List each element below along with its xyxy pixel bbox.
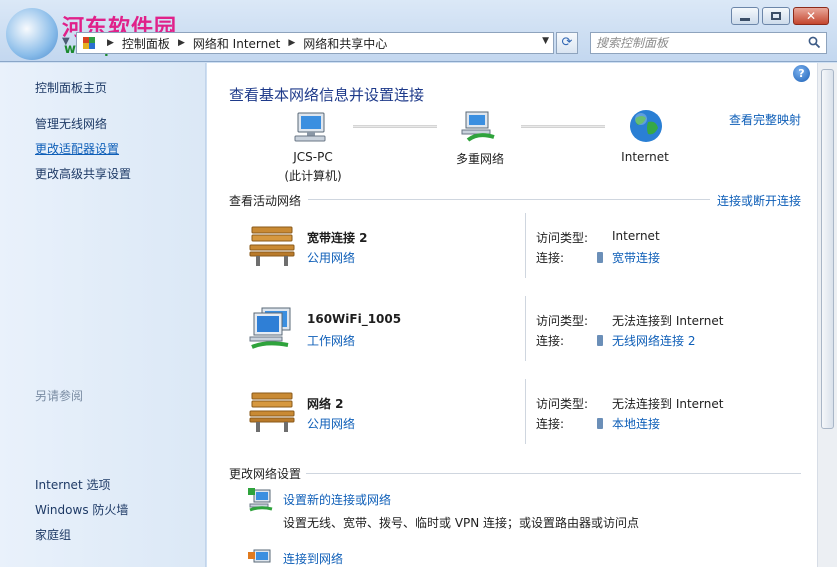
sidebar-item-firewall[interactable]: Windows 防火墙 [35, 501, 128, 518]
active-networks-heading: 查看活动网络 [229, 194, 302, 208]
connect-to-network-link[interactable]: 连接到网络 [283, 550, 343, 567]
sidebar-item-adapter-settings[interactable]: 更改适配器设置 [35, 140, 119, 157]
setup-connection-description: 设置无线、宽带、拨号、临时或 VPN 连接；或设置路由器或访问点 [283, 516, 640, 530]
map-pc-name: JCS-PC [293, 150, 333, 164]
network-name: 宽带连接 2 [307, 231, 368, 245]
sidebar-item-advanced-sharing[interactable]: 更改高级共享设置 [35, 165, 131, 182]
map-connector-line [353, 125, 437, 128]
work-network-icon [249, 307, 291, 349]
access-type-label: 访问类型: [536, 231, 589, 245]
control-panel-icon [83, 37, 95, 49]
scroll-thumb[interactable] [821, 69, 834, 429]
access-type-label: 访问类型: [536, 314, 589, 328]
minimize-button[interactable] [731, 7, 759, 25]
access-type-label: 访问类型: [536, 397, 589, 411]
search-icon[interactable] [808, 36, 821, 49]
connection-link[interactable]: 本地连接 [597, 415, 660, 432]
map-multiple-networks-label: 多重网络 [455, 152, 504, 166]
sidebar-item-internet-options[interactable]: Internet 选项 [35, 476, 110, 493]
view-full-map-link[interactable]: 查看完整映射 [729, 111, 801, 128]
network-adapter-icon [597, 252, 603, 263]
setup-connection-link[interactable]: 设置新的连接或网络 [283, 491, 391, 508]
network-type-link[interactable]: 公用网络 [307, 249, 355, 266]
address-dropdown-icon[interactable]: ▼ [542, 36, 549, 46]
breadcrumb-arrow-icon[interactable]: ▶ [288, 38, 295, 48]
access-type-value: 无法连接到 Internet [612, 397, 724, 411]
recent-pages-dropdown-icon[interactable]: ▼ [62, 36, 70, 47]
multiple-networks-icon[interactable] [460, 110, 500, 144]
search-box[interactable] [590, 32, 827, 54]
see-also-heading: 另请参阅 [35, 389, 84, 403]
page-title: 查看基本网络信息并设置连接 [229, 86, 425, 104]
breadcrumb-control-panel[interactable]: 控制面板 [122, 35, 170, 52]
connection-link-text[interactable]: 无线网络连接 2 [612, 334, 695, 348]
connection-link[interactable]: 宽带连接 [597, 249, 660, 266]
sidebar-item-manage-wireless[interactable]: 管理无线网络 [35, 115, 107, 132]
sidebar-item-homegroup[interactable]: 家庭组 [35, 526, 71, 543]
column-divider [525, 379, 526, 444]
network-type-link[interactable]: 工作网络 [307, 332, 355, 349]
maximize-icon [771, 12, 781, 20]
vertical-scrollbar[interactable] [817, 63, 837, 567]
change-settings-heading: 更改网络设置 [229, 467, 302, 481]
address-bar[interactable]: ▶ 控制面板 ▶ 网络和 Internet ▶ 网络和共享中心 ▼ [76, 32, 554, 54]
maximize-button[interactable] [762, 7, 790, 25]
window-titlebar: 河东软件园 www.pc0359.cn ✕ ▼ ▶ 控制面板 ▶ 网络和 Int… [0, 0, 837, 62]
minimize-icon [740, 17, 750, 21]
close-button[interactable]: ✕ [793, 7, 829, 25]
section-divider [308, 199, 710, 200]
refresh-icon: ⟳ [561, 35, 573, 50]
connection-label: 连接: [536, 417, 565, 431]
connect-disconnect-link[interactable]: 连接或断开连接 [717, 192, 801, 209]
access-type-value: 无法连接到 Internet [612, 314, 724, 328]
computer-icon[interactable] [293, 110, 333, 144]
network-name: 160WiFi_1005 [307, 312, 402, 326]
wireless-adapter-icon [597, 335, 603, 346]
access-type-value: Internet [612, 229, 660, 243]
network-adapter-icon [597, 418, 603, 429]
help-icon[interactable]: ? [793, 65, 810, 82]
search-input[interactable] [596, 33, 801, 53]
network-name: 网络 2 [307, 397, 344, 411]
map-connector-line [521, 125, 605, 128]
public-network-bench-icon [249, 392, 295, 432]
new-connection-icon [248, 488, 273, 512]
connection-link-text[interactable]: 本地连接 [612, 417, 660, 431]
public-network-bench-icon [249, 226, 295, 266]
connection-link-text[interactable]: 宽带连接 [612, 251, 660, 265]
breadcrumb-network-internet[interactable]: 网络和 Internet [193, 35, 280, 52]
close-icon: ✕ [805, 9, 817, 23]
column-divider [525, 296, 526, 361]
network-type-link[interactable]: 公用网络 [307, 415, 355, 432]
breadcrumb-arrow-icon[interactable]: ▶ [178, 38, 185, 48]
connection-label: 连接: [536, 251, 565, 265]
breadcrumb-sharing-center[interactable]: 网络和共享中心 [303, 35, 387, 52]
connection-label: 连接: [536, 334, 565, 348]
breadcrumb-arrow-icon[interactable]: ▶ [107, 38, 114, 48]
sidebar-item-home[interactable]: 控制面板主页 [35, 79, 107, 96]
map-internet-label: Internet [621, 150, 669, 164]
column-divider [525, 213, 526, 278]
section-divider [306, 473, 801, 474]
connect-network-icon [248, 549, 271, 563]
watermark-logo-icon [6, 8, 58, 60]
refresh-button[interactable]: ⟳ [556, 32, 578, 54]
connection-link[interactable]: 无线网络连接 2 [597, 332, 695, 349]
internet-globe-icon[interactable] [628, 108, 664, 144]
map-pc-subtitle: (此计算机) [284, 169, 342, 183]
